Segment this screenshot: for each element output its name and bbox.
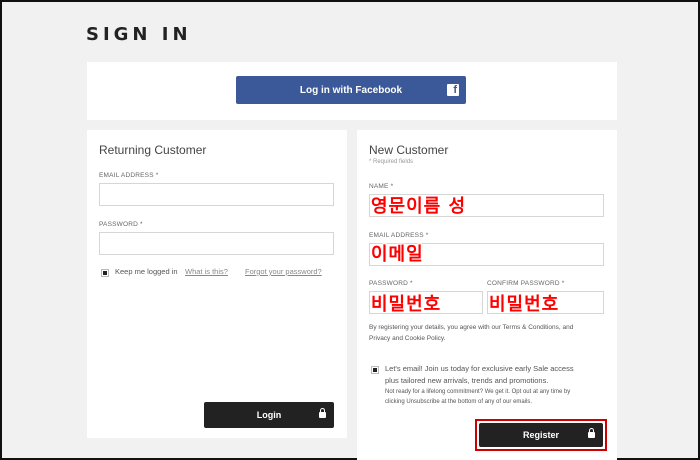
register-button[interactable]: Register (479, 423, 603, 447)
lock-icon (319, 408, 326, 418)
email-optin-checkbox[interactable] (371, 366, 379, 374)
name-label: NAME * (369, 183, 394, 190)
returning-customer-title: Returning Customer (99, 143, 207, 157)
register-email-label: EMAIL ADDRESS * (369, 232, 429, 239)
terms-text: By registering your details, you agree w… (369, 324, 574, 342)
new-customer-panel: New Customer * Required fields NAME * 영문… (357, 130, 617, 460)
facebook-login-panel: Log in with Facebook f (87, 62, 617, 120)
new-customer-title: New Customer (369, 143, 449, 157)
what-is-this-link[interactable]: What is this? (99, 266, 229, 278)
confirm-password-label: CONFIRM PASSWORD * (487, 280, 565, 287)
email-optin-text: Let's email! Join us today for exclusive… (385, 364, 574, 405)
required-fields-note: * Required fields (369, 159, 414, 165)
email-annotation: 이메일 (371, 244, 424, 265)
lock-icon (588, 428, 595, 438)
login-email-field[interactable] (99, 183, 334, 206)
login-button[interactable]: Login (204, 402, 334, 428)
register-button-label: Register (522, 430, 559, 440)
forgot-password-link[interactable]: Forgot your password? (245, 266, 322, 278)
register-password-label: PASSWORD * (369, 280, 413, 287)
facebook-icon: f (447, 84, 459, 96)
confirm-password-annotation: 비밀번호 (489, 294, 560, 315)
facebook-login-button[interactable]: Log in with Facebook f (236, 76, 466, 104)
password-label: PASSWORD * (99, 221, 143, 228)
email-label: EMAIL ADDRESS * (99, 172, 159, 179)
returning-customer-panel: Returning Customer EMAIL ADDRESS * PASSW… (87, 130, 347, 438)
login-password-field[interactable] (99, 232, 334, 255)
password-annotation: 비밀번호 (371, 294, 442, 315)
login-button-label: Login (256, 410, 282, 420)
name-annotation: 영문이름 성 (371, 196, 467, 217)
facebook-login-label: Log in with Facebook (299, 84, 403, 96)
page-title: SIGN IN (86, 24, 192, 45)
